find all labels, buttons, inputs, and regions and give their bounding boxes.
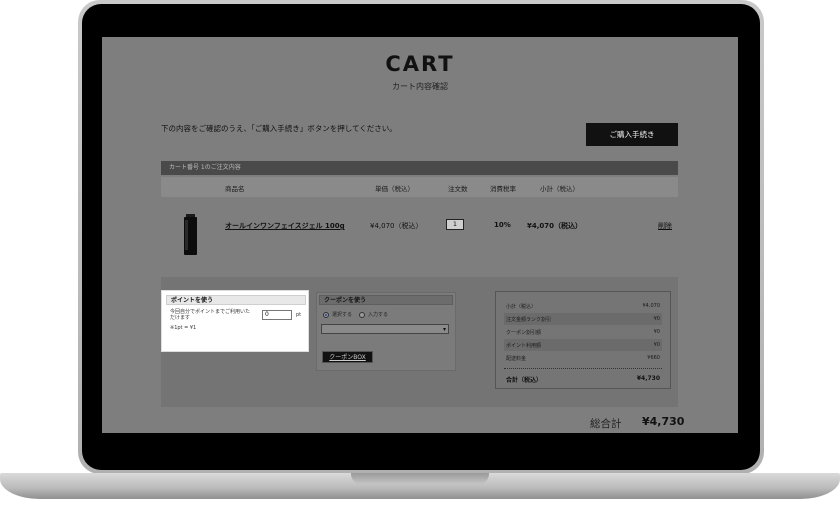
summary-total-value: ¥4,730 [636,375,660,382]
points-note: 今回自分でポイントまでご利用いただけます [170,309,251,321]
summary-label: ポイント利用額 [506,343,542,349]
points-heading: ポイントを使う [166,295,306,305]
summary-label: 注文金額ランク割引 [506,317,552,323]
summary-total-label: 合計（税込） [506,377,543,384]
coupon-heading: クーポンを使う [319,295,453,305]
cart-number-bar: カート番号 1のご注文内容 [161,161,678,175]
table-header-row: 商品名 単価（税込） 注文数 消費税率 小計（税込） [161,177,678,197]
summary-value: ¥660 [647,355,660,361]
unit-price: ¥4,070（税込） [370,222,423,230]
header-product: 商品名 [225,185,245,193]
laptop-notch [351,473,489,484]
header-subtotal: 小計（税込） [540,185,579,193]
summary-label: 小計（税込） [506,304,537,310]
chevron-down-icon: ▾ [442,326,446,333]
points-rate: ※1pt = ¥1 [170,325,197,331]
summary-row: 配送料金 ¥660 [504,352,662,364]
summary-label: 配送料金 [506,356,527,362]
summary-value: ¥0 [653,342,660,348]
instruction-text: 下の内容をご確認のうえ、「ご購入手続き」ボタンを押してください。 [161,124,397,133]
grand-total-value: ¥4,730 [642,415,685,428]
summary-value: ¥0 [653,316,660,322]
summary-divider [504,368,662,369]
tax-rate: 10% [494,221,511,229]
radio-select-label[interactable]: 選択する [332,311,352,318]
page-title: CART [385,52,455,76]
checkout-button[interactable]: ご購入手続き [586,123,678,146]
bottle-icon[interactable] [182,214,198,255]
header-tax-rate: 消費税率 [490,185,516,193]
header-unit-price: 単価（税込） [375,185,414,193]
summary-value: ¥4,070 [642,303,661,309]
coupon-box-button[interactable]: クーポンBOX [322,351,373,363]
header-quantity: 注文数 [448,185,468,193]
coupon-radio-group: 選択する 入力する [323,311,388,318]
radio-input[interactable] [359,311,366,318]
summary-row: 小計（税込） ¥4,070 [504,300,662,312]
quantity-input[interactable]: 1 [446,219,464,230]
item-subtotal: ¥4,070（税込） [527,222,583,230]
radio-select[interactable] [323,311,329,318]
summary-value: ¥0 [653,329,660,335]
points-unit: pt [296,312,302,318]
summary-row: クーポン割引額 ¥0 [504,326,662,338]
grand-total-label: 総合計 [590,418,622,430]
screen: CART カート内容確認 下の内容をご確認のうえ、「ご購入手続き」ボタンを押して… [102,37,738,433]
page-subtitle: カート内容確認 [392,82,448,91]
summary-row: ポイント利用額 ¥0 [504,339,662,351]
delete-link[interactable]: 削除 [658,221,672,231]
summary-row: 注文金額ランク割引 ¥0 [504,313,662,325]
product-name-link[interactable]: オールインワンフェイスジェル 100g [225,221,345,231]
coupon-select[interactable]: ▾ [321,324,449,334]
coupon-box: クーポンを使う 選択する 入力する ▾ クーポンBOX [316,292,456,371]
points-box: ポイントを使う 今回自分でポイントまでご利用いただけます ※1pt = ¥1 0… [161,290,309,352]
summary-label: クーポン割引額 [506,330,542,336]
points-input[interactable]: 0 [262,310,292,320]
radio-input-label[interactable]: 入力する [368,311,388,318]
order-summary: 小計（税込） ¥4,070 注文金額ランク割引 ¥0 クーポン割引額 ¥0 ポイ… [495,291,671,389]
